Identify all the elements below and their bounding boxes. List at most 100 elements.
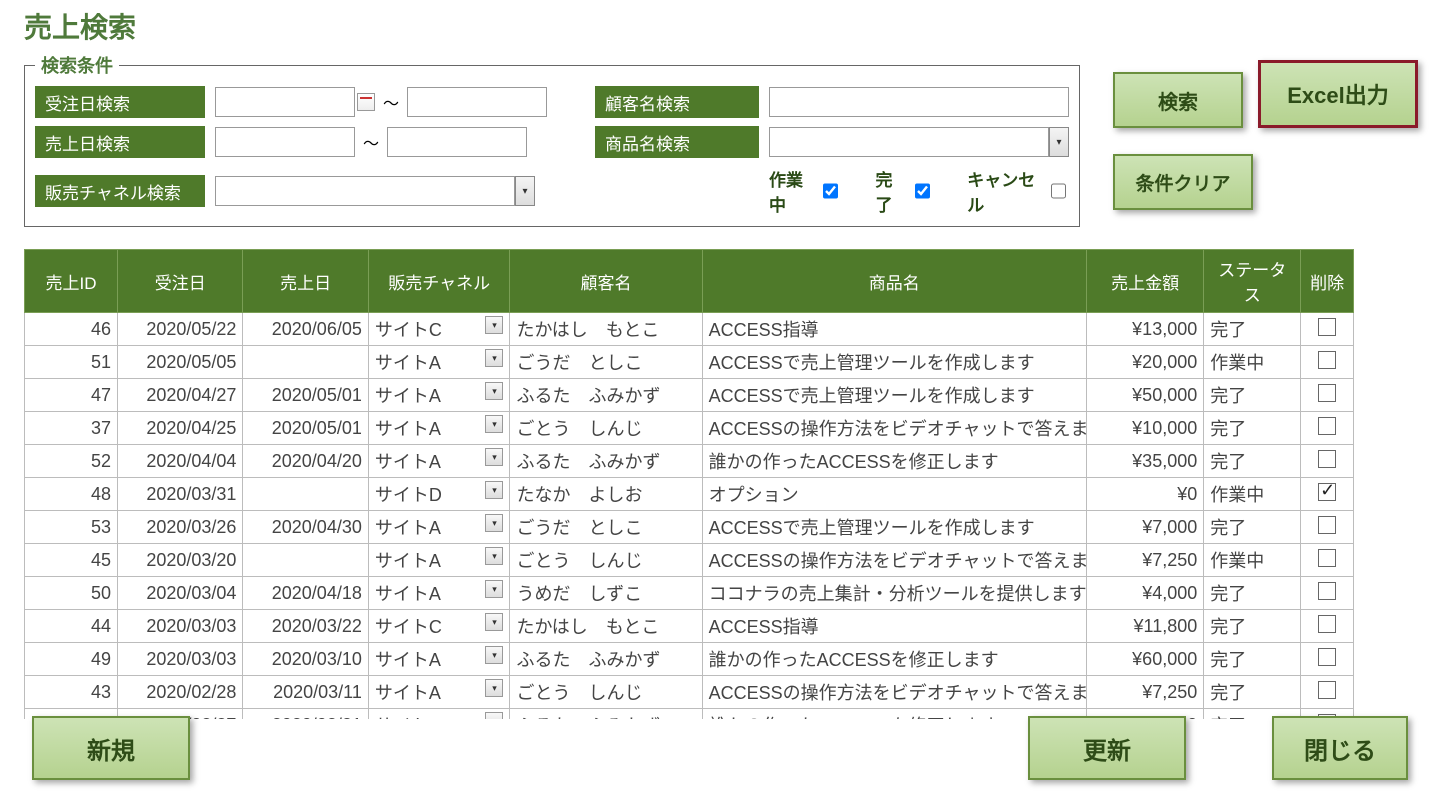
chevron-down-icon[interactable]: ▾ bbox=[485, 514, 503, 532]
chevron-down-icon[interactable]: ▾ bbox=[485, 349, 503, 367]
chk-done[interactable]: 完了 bbox=[875, 166, 933, 216]
chevron-down-icon[interactable]: ▾ bbox=[485, 580, 503, 598]
table-row[interactable]: 462020/05/222020/06/05サイトC▾たかはし もとこACCES… bbox=[25, 313, 1354, 346]
delete-checkbox[interactable] bbox=[1318, 615, 1336, 633]
product-input[interactable] bbox=[769, 127, 1049, 157]
cell-delete[interactable] bbox=[1301, 577, 1354, 610]
cell-delete[interactable] bbox=[1301, 610, 1354, 643]
cell-channel[interactable]: サイトA▾ bbox=[368, 346, 510, 379]
cell-delete[interactable] bbox=[1301, 346, 1354, 379]
delete-checkbox[interactable] bbox=[1318, 483, 1336, 501]
delete-checkbox[interactable] bbox=[1318, 351, 1336, 369]
delete-checkbox[interactable] bbox=[1318, 417, 1336, 435]
cell-customer[interactable]: ごとう しんじ bbox=[510, 412, 702, 445]
cell-channel[interactable]: サイトA▾ bbox=[368, 511, 510, 544]
cell-delete[interactable] bbox=[1301, 313, 1354, 346]
delete-checkbox[interactable] bbox=[1318, 318, 1336, 336]
delete-checkbox[interactable] bbox=[1318, 681, 1336, 699]
excel-export-button[interactable]: Excel出力 bbox=[1258, 60, 1418, 128]
chevron-down-icon[interactable]: ▾ bbox=[485, 382, 503, 400]
cell-customer[interactable]: ごとう しんじ bbox=[510, 544, 702, 577]
chevron-down-icon[interactable]: ▾ bbox=[485, 481, 503, 499]
table-row[interactable]: 452020/03/20サイトA▾ごとう しんじACCESSの操作方法をビデオチ… bbox=[25, 544, 1354, 577]
cell-id: 44 bbox=[25, 610, 118, 643]
chevron-down-icon[interactable]: ▾ bbox=[485, 316, 503, 334]
table-row[interactable]: 532020/03/262020/04/30サイトA▾ごうだ としこACCESS… bbox=[25, 511, 1354, 544]
delete-checkbox[interactable] bbox=[1318, 384, 1336, 402]
chevron-down-icon[interactable]: ▾ bbox=[515, 176, 535, 206]
table-row[interactable]: 502020/03/042020/04/18サイトA▾うめだ しずこココナラの売… bbox=[25, 577, 1354, 610]
cell-delete[interactable] bbox=[1301, 544, 1354, 577]
chk-working[interactable]: 作業中 bbox=[769, 166, 841, 216]
table-row[interactable]: 372020/04/252020/05/01サイトA▾ごとう しんじACCESS… bbox=[25, 412, 1354, 445]
cell-delete[interactable] bbox=[1301, 445, 1354, 478]
cell-channel[interactable]: サイトA▾ bbox=[368, 709, 510, 720]
order-date-from-input[interactable] bbox=[215, 87, 355, 117]
table-row[interactable]: 482020/03/31サイトD▾たなか よしおオプション¥0作業中 bbox=[25, 478, 1354, 511]
results-grid[interactable]: 売上ID受注日売上日販売チャネル顧客名商品名売上金額ステータス削除 462020… bbox=[24, 249, 1354, 719]
cell-channel[interactable]: サイトA▾ bbox=[368, 379, 510, 412]
cell-customer[interactable]: たかはし もとこ bbox=[510, 610, 702, 643]
cell-customer[interactable]: ごうだ としこ bbox=[510, 346, 702, 379]
delete-checkbox[interactable] bbox=[1318, 450, 1336, 468]
cell-channel[interactable]: サイトA▾ bbox=[368, 445, 510, 478]
sales-date-to-input[interactable] bbox=[387, 127, 527, 157]
table-row[interactable]: 472020/04/272020/05/01サイトA▾ふるた ふみかずACCES… bbox=[25, 379, 1354, 412]
cell-channel[interactable]: サイトA▾ bbox=[368, 643, 510, 676]
cell-channel[interactable]: サイトA▾ bbox=[368, 577, 510, 610]
chevron-down-icon[interactable]: ▾ bbox=[485, 646, 503, 664]
cell-channel[interactable]: サイトA▾ bbox=[368, 412, 510, 445]
sales-date-from-input[interactable] bbox=[215, 127, 355, 157]
delete-checkbox[interactable] bbox=[1318, 549, 1336, 567]
chk-cancel-input[interactable] bbox=[1051, 182, 1066, 200]
calendar-icon[interactable] bbox=[357, 93, 375, 111]
chevron-down-icon[interactable]: ▾ bbox=[485, 415, 503, 433]
cell-customer[interactable]: たかはし もとこ bbox=[510, 313, 702, 346]
delete-checkbox[interactable] bbox=[1318, 648, 1336, 666]
cell-delete[interactable] bbox=[1301, 643, 1354, 676]
delete-checkbox[interactable] bbox=[1318, 582, 1336, 600]
channel-input[interactable] bbox=[215, 176, 515, 206]
cell-channel[interactable]: サイトA▾ bbox=[368, 676, 510, 709]
cell-product: ACCESSの操作方法をビデオチャットで答えます bbox=[702, 544, 1086, 577]
chevron-down-icon[interactable]: ▾ bbox=[485, 613, 503, 631]
table-row[interactable]: 522020/04/042020/04/20サイトA▾ふるた ふみかず誰かの作っ… bbox=[25, 445, 1354, 478]
search-button[interactable]: 検索 bbox=[1113, 72, 1243, 128]
clear-conditions-button[interactable]: 条件クリア bbox=[1113, 154, 1253, 210]
chk-cancel[interactable]: キャンセル bbox=[967, 166, 1069, 216]
cell-customer[interactable]: ふるた ふみかず bbox=[510, 643, 702, 676]
customer-input[interactable] bbox=[769, 87, 1069, 117]
cell-channel[interactable]: サイトD▾ bbox=[368, 478, 510, 511]
cell-customer[interactable]: ごうだ としこ bbox=[510, 511, 702, 544]
table-row[interactable]: 512020/05/05サイトA▾ごうだ としこACCESSで売上管理ツールを作… bbox=[25, 346, 1354, 379]
chk-done-input[interactable] bbox=[915, 182, 930, 200]
cell-delete[interactable] bbox=[1301, 478, 1354, 511]
chevron-down-icon[interactable]: ▾ bbox=[485, 712, 503, 719]
cell-customer[interactable]: ふるた ふみかず bbox=[510, 445, 702, 478]
chevron-down-icon[interactable]: ▾ bbox=[1049, 127, 1069, 157]
cell-delete[interactable] bbox=[1301, 676, 1354, 709]
cell-delete[interactable] bbox=[1301, 511, 1354, 544]
table-row[interactable]: 492020/03/032020/03/10サイトA▾ふるた ふみかず誰かの作っ… bbox=[25, 643, 1354, 676]
chevron-down-icon[interactable]: ▾ bbox=[485, 448, 503, 466]
order-date-to-input[interactable] bbox=[407, 87, 547, 117]
cell-delete[interactable] bbox=[1301, 379, 1354, 412]
cell-customer[interactable]: ごとう しんじ bbox=[510, 676, 702, 709]
table-row[interactable]: 432020/02/282020/03/11サイトA▾ごとう しんじACCESS… bbox=[25, 676, 1354, 709]
chevron-down-icon[interactable]: ▾ bbox=[485, 679, 503, 697]
new-button[interactable]: 新規 bbox=[32, 716, 190, 780]
update-button[interactable]: 更新 bbox=[1028, 716, 1186, 780]
close-button[interactable]: 閉じる bbox=[1272, 716, 1408, 780]
cell-delete[interactable] bbox=[1301, 412, 1354, 445]
cell-channel[interactable]: サイトC▾ bbox=[368, 313, 510, 346]
chevron-down-icon[interactable]: ▾ bbox=[485, 547, 503, 565]
delete-checkbox[interactable] bbox=[1318, 516, 1336, 534]
cell-customer[interactable]: ふるた ふみかず bbox=[510, 379, 702, 412]
cell-channel[interactable]: サイトA▾ bbox=[368, 544, 510, 577]
cell-customer[interactable]: うめだ しずこ bbox=[510, 577, 702, 610]
cell-customer[interactable]: たなか よしお bbox=[510, 478, 702, 511]
chk-working-input[interactable] bbox=[823, 182, 838, 200]
cell-customer[interactable]: ふるた ふみかず bbox=[510, 709, 702, 720]
table-row[interactable]: 442020/03/032020/03/22サイトC▾たかはし もとこACCES… bbox=[25, 610, 1354, 643]
cell-channel[interactable]: サイトC▾ bbox=[368, 610, 510, 643]
